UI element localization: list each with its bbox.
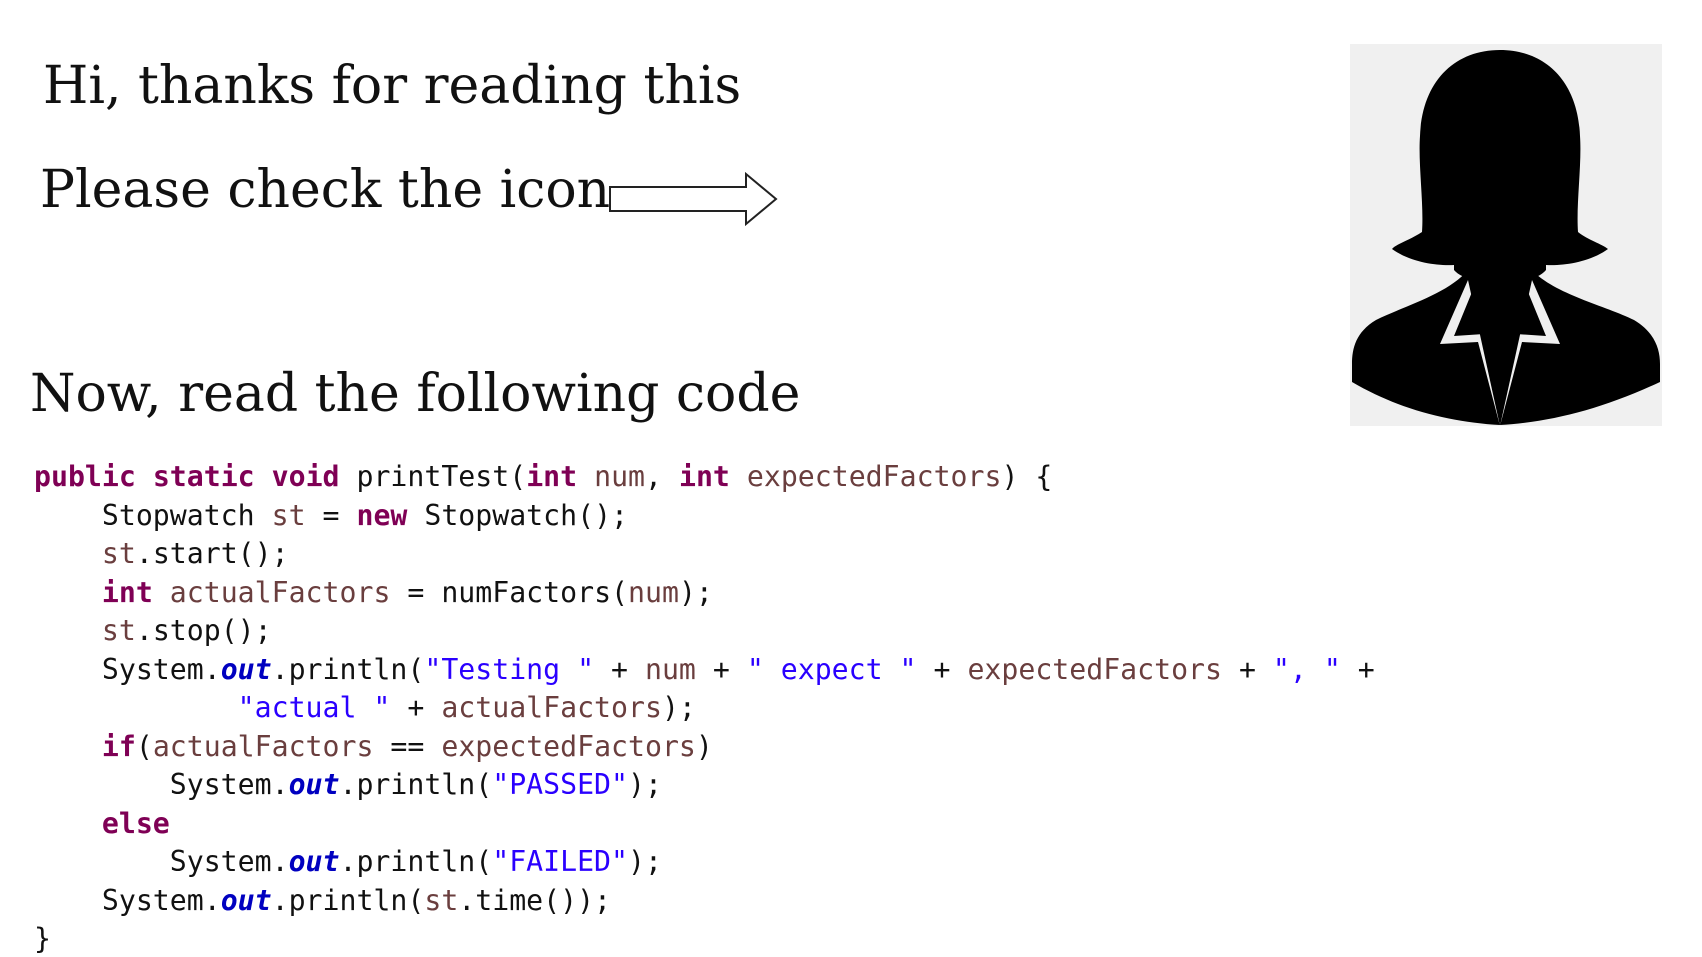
code-token-fld: out	[288, 845, 340, 878]
code-token-plain: +	[1340, 652, 1375, 686]
code-line: System.out.println("FAILED");	[34, 843, 1375, 882]
code-token-plain: .println(	[271, 652, 425, 686]
code-line: System.out.println("Testing " + num + " …	[34, 651, 1375, 690]
code-token-var: actualFactors	[152, 729, 374, 763]
code-token-plain: );	[627, 845, 662, 878]
code-token-plain: +	[695, 652, 747, 686]
code-token-var: st	[424, 883, 459, 917]
greeting-heading: Hi, thanks for reading this	[43, 56, 742, 116]
code-token-plain: (	[135, 729, 153, 763]
slide: Hi, thanks for reading this Please check…	[0, 0, 1702, 957]
right-arrow-icon	[609, 172, 778, 226]
code-token-plain: Stopwatch	[34, 498, 272, 532]
instruction-heading: Please check the icon	[40, 160, 611, 220]
code-token-var: st	[101, 614, 136, 647]
code-token-plain: +	[1222, 652, 1273, 686]
code-token-plain: ==	[373, 729, 442, 763]
avatar	[1350, 44, 1662, 426]
code-token-plain: .println(	[271, 883, 425, 917]
code-token-plain: );	[678, 575, 713, 609]
code-line: public static void printTest(int num, in…	[34, 458, 1375, 497]
code-token-kw: static	[152, 460, 255, 493]
code-token-var: num	[628, 575, 679, 609]
code-token-var: num	[644, 652, 696, 686]
code-token-plain: )	[695, 729, 713, 763]
code-token-plain: ,	[645, 460, 679, 493]
code-line: System.out.println(st.time());	[34, 882, 1375, 921]
code-token-kw: else	[101, 806, 170, 840]
code-token-var: actualFactors	[441, 691, 662, 724]
code-token-plain: ) {	[1001, 460, 1053, 493]
code-token-kw: int	[678, 460, 730, 493]
code-token-str: ", "	[1272, 652, 1341, 686]
code-token-plain: );	[627, 768, 662, 801]
code-token-fld: out	[220, 652, 272, 686]
code-token-var: num	[594, 460, 646, 493]
code-token-fld: out	[288, 768, 340, 801]
code-token-plain: .println(	[339, 845, 493, 878]
code-intro-heading: Now, read the following code	[30, 364, 801, 424]
code-token-str: "FAILED"	[492, 845, 628, 878]
code-token-plain: = numFactors(	[390, 575, 629, 609]
code-token-kw: if	[101, 729, 136, 763]
code-token-plain: .println(	[339, 768, 493, 801]
code-line: if(actualFactors == expectedFactors)	[34, 728, 1375, 767]
code-line: st.stop();	[34, 612, 1375, 651]
code-line: }	[34, 920, 1375, 957]
code-token-kw: new	[356, 498, 408, 532]
code-block: public static void printTest(int num, in…	[34, 458, 1375, 957]
code-token-str: "actual "	[237, 691, 391, 724]
code-token-plain: +	[390, 691, 442, 724]
code-line: "actual " + actualFactors);	[34, 689, 1375, 728]
code-line: Stopwatch st = new Stopwatch();	[34, 497, 1375, 536]
code-token-plain: }	[34, 922, 51, 955]
code-token-plain: .stop();	[135, 614, 272, 647]
businesswoman-silhouette-icon	[1352, 50, 1660, 426]
code-token-kw: public	[34, 460, 136, 493]
code-token-plain: );	[661, 691, 696, 724]
code-token-plain: System.	[34, 845, 289, 878]
code-token-kw: int	[526, 460, 578, 493]
code-line: System.out.println("PASSED");	[34, 766, 1375, 805]
code-token-plain: Stopwatch();	[407, 498, 629, 532]
code-token-var: expectedFactors	[441, 729, 696, 763]
code-token-plain: System.	[34, 883, 221, 917]
code-token-plain: =	[305, 498, 357, 532]
code-token-str: " expect "	[746, 652, 917, 686]
code-token-plain: +	[594, 652, 645, 686]
code-token-var: actualFactors	[169, 575, 391, 609]
code-token-plain: .time());	[458, 883, 612, 917]
code-line: int actualFactors = numFactors(num);	[34, 574, 1375, 613]
code-token-fld: out	[220, 883, 272, 917]
code-token-plain: +	[916, 652, 968, 686]
code-token-str: "Testing "	[424, 652, 595, 686]
code-token-plain: printTest(	[339, 460, 527, 493]
code-token-var: st	[101, 537, 136, 570]
code-token-plain: System.	[34, 768, 289, 801]
code-token-str: "PASSED"	[492, 768, 628, 801]
code-token-plain: .start();	[135, 537, 289, 570]
code-token-kw: void	[271, 460, 340, 493]
code-token-var: expectedFactors	[746, 460, 1002, 493]
code-token-plain: System.	[34, 652, 221, 686]
code-line: st.start();	[34, 535, 1375, 574]
code-token-var: expectedFactors	[967, 652, 1222, 686]
code-token-var: st	[271, 498, 306, 532]
code-token-kw: int	[101, 575, 153, 609]
code-line: else	[34, 805, 1375, 844]
